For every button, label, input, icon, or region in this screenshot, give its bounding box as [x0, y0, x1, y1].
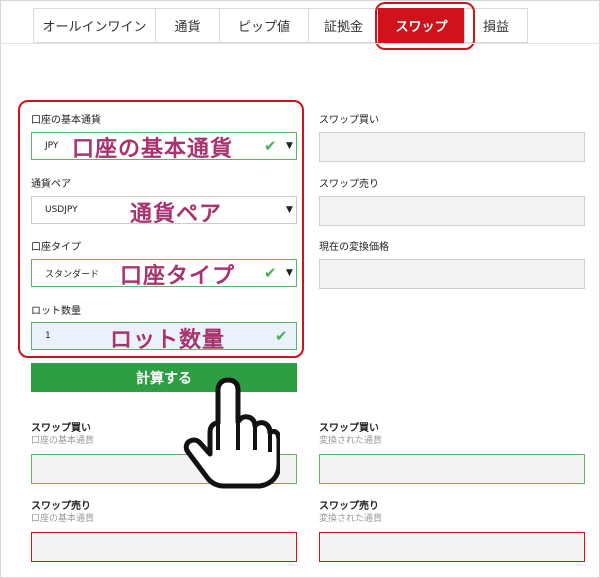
tab-pip-value[interactable]: ピップ値: [219, 8, 308, 43]
lot-size-label: ロット数量: [31, 306, 81, 317]
result-swap-buy-converted-output: [319, 454, 585, 484]
swap-buy-label: スワップ買い: [319, 115, 379, 126]
result-swap-buy-converted-sub: 変換された通貨: [319, 436, 383, 446]
result-swap-buy-converted-label: スワップ買い: [319, 423, 379, 434]
caret-down-icon: ▼: [286, 268, 293, 278]
currency-pair-annotation: 通貨ペア: [130, 202, 223, 227]
swap-sell-output: [319, 196, 585, 226]
result-swap-sell-base-output: [31, 532, 297, 562]
conversion-price-output: [319, 259, 585, 289]
result-swap-sell-base-sub: 口座の基本通貨: [31, 514, 95, 524]
account-type-value: スタンダード: [45, 269, 100, 280]
check-icon: ✔: [264, 137, 277, 155]
lot-size-annotation: ロット数量: [110, 328, 226, 353]
caret-down-icon: ▼: [286, 205, 293, 215]
result-swap-sell-converted-sub: 変換された通貨: [319, 514, 383, 524]
tab-margin[interactable]: 証拠金: [308, 8, 378, 43]
swap-sell-label: スワップ売り: [319, 179, 379, 190]
lot-size-value: 1: [45, 331, 51, 341]
tab-divider: [0, 43, 600, 44]
currency-pair-value: USDJPY: [45, 205, 78, 215]
caret-down-icon: ▼: [286, 141, 293, 151]
base-currency-annotation: 口座の基本通貨: [72, 137, 234, 162]
result-swap-buy-base-sub: 口座の基本通貨: [31, 436, 95, 446]
check-icon: ✔: [275, 327, 288, 345]
currency-pair-label: 通貨ペア: [31, 179, 71, 190]
swap-buy-output: [319, 132, 585, 162]
tab-currency[interactable]: 通貨: [155, 8, 219, 43]
base-currency-label: 口座の基本通貨: [31, 115, 101, 126]
pointing-hand-icon: [183, 377, 280, 489]
conversion-price-label: 現在の変換価格: [319, 242, 389, 253]
result-swap-sell-converted-label: スワップ売り: [319, 501, 379, 512]
result-swap-buy-base-label: スワップ買い: [31, 423, 91, 434]
result-swap-sell-converted-output: [319, 532, 585, 562]
account-type-annotation: 口座タイプ: [120, 264, 236, 289]
account-type-label: 口座タイプ: [31, 242, 81, 253]
tab-all-in-one[interactable]: オールインワイン: [33, 8, 155, 43]
check-icon: ✔: [264, 264, 277, 282]
result-swap-sell-base-label: スワップ売り: [31, 501, 91, 512]
base-currency-value: JPY: [45, 141, 59, 151]
